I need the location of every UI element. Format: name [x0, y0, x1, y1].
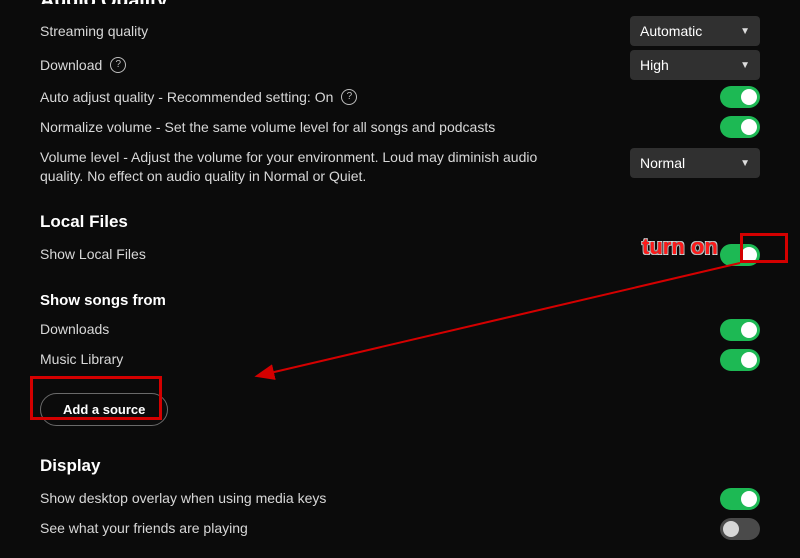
volume-level-label: Volume level - Adjust the volume for you… — [40, 148, 560, 186]
auto-adjust-quality-toggle[interactable] — [720, 86, 760, 108]
add-a-source-button[interactable]: Add a source — [40, 393, 168, 426]
chevron-down-icon: ▼ — [740, 26, 750, 37]
help-icon[interactable]: ? — [110, 57, 126, 73]
desktop-overlay-label: Show desktop overlay when using media ke… — [40, 489, 326, 508]
music-library-source-label: Music Library — [40, 350, 123, 369]
normalize-volume-label: Normalize volume - Set the same volume l… — [40, 118, 495, 137]
show-local-files-toggle[interactable] — [720, 244, 760, 266]
chevron-down-icon: ▼ — [740, 158, 750, 169]
download-quality-label: Download ? — [40, 56, 126, 75]
display-heading: Display — [40, 456, 760, 476]
streaming-quality-select[interactable]: Automatic ▼ — [630, 16, 760, 46]
downloads-source-label: Downloads — [40, 320, 109, 339]
desktop-overlay-toggle[interactable] — [720, 488, 760, 510]
local-files-heading: Local Files — [40, 212, 760, 232]
normalize-volume-toggle[interactable] — [720, 116, 760, 138]
show-songs-from-heading: Show songs from — [40, 292, 760, 309]
auto-adjust-quality-label: Auto adjust quality - Recommended settin… — [40, 88, 357, 107]
audio-quality-heading: Audio Quality — [40, 0, 760, 4]
friends-activity-label: See what your friends are playing — [40, 519, 248, 538]
download-quality-select[interactable]: High ▼ — [630, 50, 760, 80]
show-local-files-label: Show Local Files — [40, 245, 146, 264]
friends-activity-toggle[interactable] — [720, 518, 760, 540]
help-icon[interactable]: ? — [341, 89, 357, 105]
chevron-down-icon: ▼ — [740, 60, 750, 71]
streaming-quality-label: Streaming quality — [40, 22, 148, 41]
downloads-source-toggle[interactable] — [720, 319, 760, 341]
volume-level-select[interactable]: Normal ▼ — [630, 148, 760, 178]
music-library-source-toggle[interactable] — [720, 349, 760, 371]
